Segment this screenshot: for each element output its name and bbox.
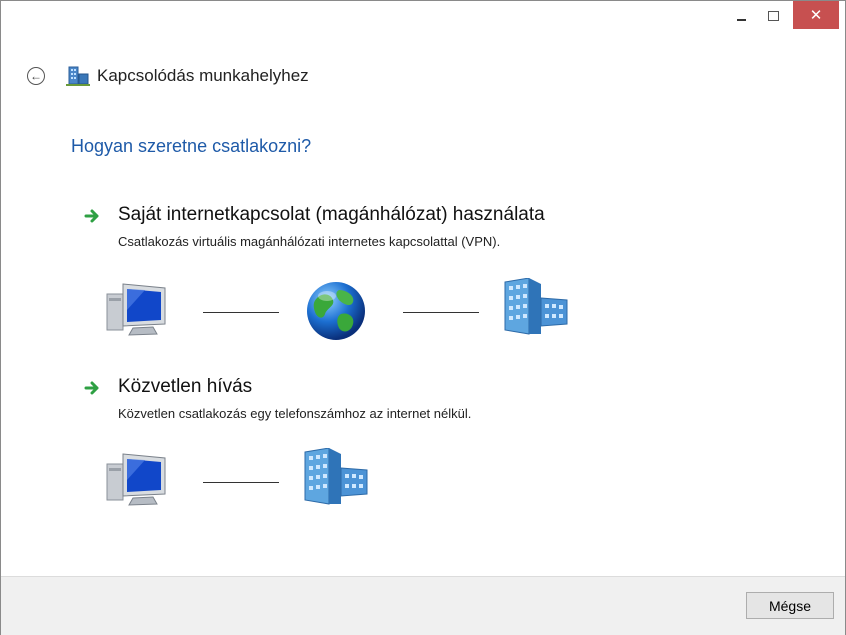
green-arrow-icon: [84, 381, 99, 395]
window-title: Kapcsolódás munkahelyhez: [97, 66, 309, 85]
dialog-footer: Mégse: [1, 576, 845, 635]
option-direct-dial-title: Közvetlen hívás: [118, 376, 253, 397]
globe-icon: [307, 282, 365, 340]
page-heading: Hogyan szeretne csatlakozni?: [71, 136, 312, 156]
office-building-icon: [504, 278, 568, 335]
maximize-icon: [767, 11, 779, 21]
title-bar: ✕: [1, 1, 845, 39]
minimize-button[interactable]: [727, 1, 755, 31]
connection-line: [203, 312, 279, 313]
back-arrow-icon: ←: [30, 69, 42, 83]
connection-line: [403, 312, 479, 313]
option-vpn-description: Csatlakozás virtuális magánhálózati inte…: [118, 234, 501, 249]
computer-icon: [106, 283, 166, 336]
office-building-icon: [304, 448, 368, 505]
dialog-window: ✕ ← Kapcsolódás munkahelyhez Hogyan szer…: [0, 0, 846, 635]
close-icon: ✕: [809, 7, 823, 24]
option-vpn-title: Saját internetkapcsolat (magánhálózat) h…: [118, 204, 545, 225]
cancel-button[interactable]: Mégse: [746, 592, 834, 619]
back-button[interactable]: ←: [27, 67, 45, 85]
workplace-network-icon: [66, 66, 90, 86]
navigation-bar: ← Kapcsolódás munkahelyhez: [1, 53, 845, 93]
connection-line: [203, 482, 279, 483]
close-button[interactable]: ✕: [793, 1, 839, 29]
computer-icon: [106, 453, 166, 506]
maximize-button[interactable]: [759, 1, 787, 31]
option-direct-dial-description: Közvetlen csatlakozás egy telefonszámhoz…: [118, 406, 472, 421]
minimize-icon: [736, 19, 746, 21]
content-area: Hogyan szeretne csatlakozni? Saját inter…: [1, 106, 845, 576]
green-arrow-icon: [84, 209, 99, 223]
